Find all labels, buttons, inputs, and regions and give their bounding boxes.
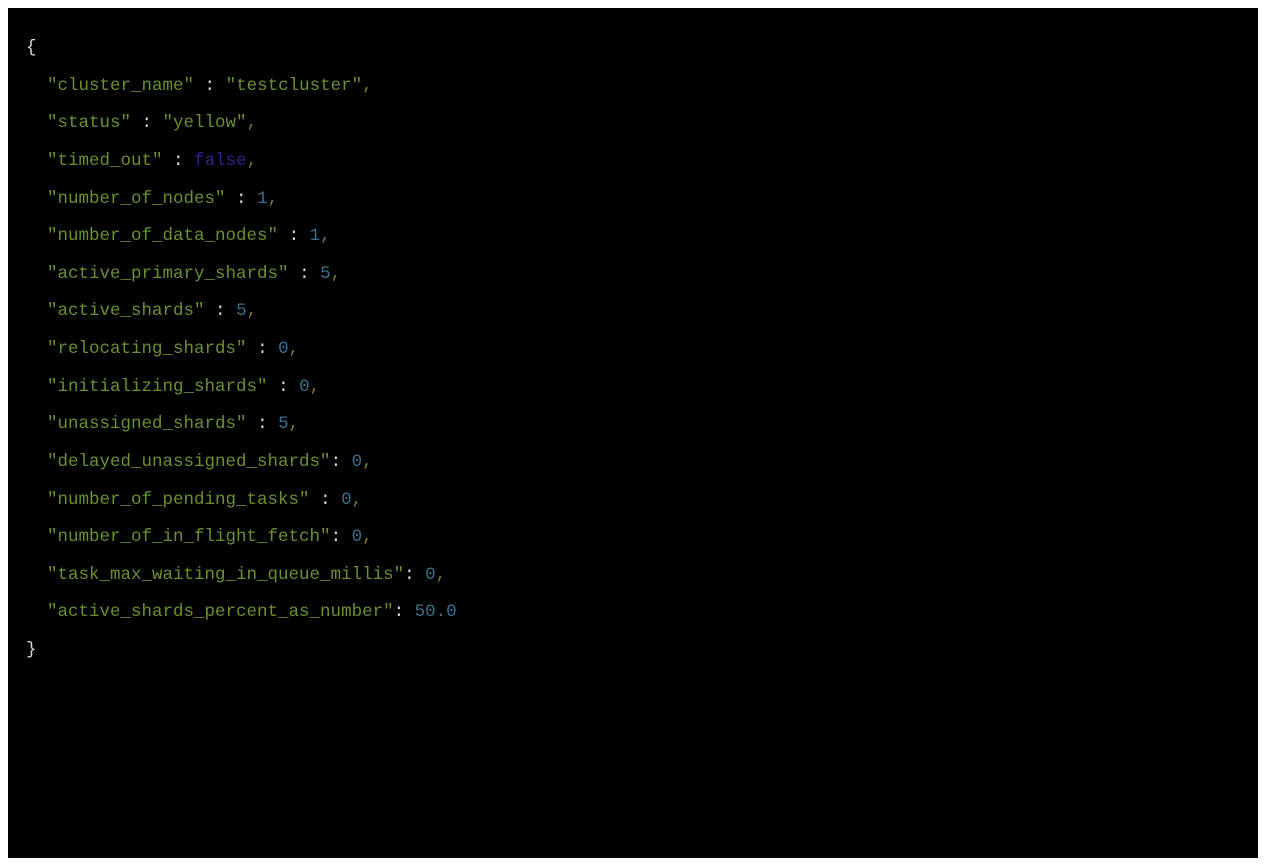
json-key: "active_shards_percent_as_number" [47, 602, 394, 622]
json-entry-line: "number_of_in_flight_fetch": 0, [26, 519, 1240, 557]
json-entry-line: "number_of_pending_tasks" : 0, [26, 482, 1240, 520]
json-entry-line: "unassigned_shards" : 5, [26, 406, 1240, 444]
json-comma: , [289, 414, 300, 434]
json-colon: : [247, 414, 279, 434]
json-value: 1 [257, 189, 268, 209]
json-comma: , [247, 113, 258, 133]
json-value: 0 [352, 452, 363, 472]
json-entry-line: "relocating_shards" : 0, [26, 331, 1240, 369]
json-value: "testcluster" [226, 76, 363, 96]
json-value: "yellow" [163, 113, 247, 133]
json-key: "initializing_shards" [47, 377, 268, 397]
json-close-brace-line: } [26, 632, 1240, 670]
json-value: 1 [310, 226, 321, 246]
json-entry-line: "number_of_data_nodes" : 1, [26, 218, 1240, 256]
json-comma: , [247, 301, 258, 321]
json-colon: : [404, 565, 425, 585]
json-value: 5 [320, 264, 331, 284]
json-comma: , [310, 377, 321, 397]
json-entry-line: "active_shards" : 5, [26, 293, 1240, 331]
json-comma: , [362, 527, 373, 547]
json-key: "unassigned_shards" [47, 414, 247, 434]
json-entry-line: "timed_out" : false, [26, 143, 1240, 181]
json-key: "cluster_name" [47, 76, 194, 96]
json-comma: , [247, 151, 258, 171]
json-comma: , [268, 189, 279, 209]
json-key: "number_of_data_nodes" [47, 226, 278, 246]
json-key: "relocating_shards" [47, 339, 247, 359]
json-entry-line: "initializing_shards" : 0, [26, 369, 1240, 407]
json-key: "active_shards" [47, 301, 205, 321]
json-colon: : [194, 76, 226, 96]
json-colon: : [331, 527, 352, 547]
json-comma: , [320, 226, 331, 246]
json-value: 0 [299, 377, 310, 397]
json-colon: : [247, 339, 279, 359]
json-key: "active_primary_shards" [47, 264, 289, 284]
json-open-brace-line: { [26, 30, 1240, 68]
json-value: 50.0 [415, 602, 457, 622]
json-entry-line: "delayed_unassigned_shards": 0, [26, 444, 1240, 482]
terminal-output: { "cluster_name" : "testcluster", "statu… [8, 8, 1258, 858]
json-colon: : [131, 113, 163, 133]
open-brace: { [26, 38, 37, 58]
json-comma: , [352, 490, 363, 510]
json-key: "number_of_in_flight_fetch" [47, 527, 331, 547]
json-key: "number_of_nodes" [47, 189, 226, 209]
json-entry-line: "active_shards_percent_as_number": 50.0 [26, 594, 1240, 632]
json-colon: : [278, 226, 310, 246]
json-value: 0 [425, 565, 436, 585]
json-comma: , [362, 76, 373, 96]
json-colon: : [394, 602, 415, 622]
json-colon: : [331, 452, 352, 472]
json-colon: : [310, 490, 342, 510]
json-entry-line: "active_primary_shards" : 5, [26, 256, 1240, 294]
json-entry-line: "task_max_waiting_in_queue_millis": 0, [26, 557, 1240, 595]
json-key: "timed_out" [47, 151, 163, 171]
json-key: "number_of_pending_tasks" [47, 490, 310, 510]
json-comma: , [331, 264, 342, 284]
json-entry-line: "cluster_name" : "testcluster", [26, 68, 1240, 106]
json-colon: : [268, 377, 300, 397]
json-key: "delayed_unassigned_shards" [47, 452, 331, 472]
json-entry-line: "number_of_nodes" : 1, [26, 181, 1240, 219]
json-value: 0 [352, 527, 363, 547]
json-value: false [194, 151, 247, 171]
json-value: 0 [278, 339, 289, 359]
json-comma: , [362, 452, 373, 472]
json-colon: : [205, 301, 237, 321]
json-value: 5 [236, 301, 247, 321]
json-entry-line: "status" : "yellow", [26, 105, 1240, 143]
json-key: "status" [47, 113, 131, 133]
json-colon: : [163, 151, 195, 171]
json-colon: : [289, 264, 321, 284]
json-value: 5 [278, 414, 289, 434]
json-comma: , [436, 565, 447, 585]
close-brace: } [26, 640, 37, 660]
json-key: "task_max_waiting_in_queue_millis" [47, 565, 404, 585]
json-comma: , [289, 339, 300, 359]
json-value: 0 [341, 490, 352, 510]
json-colon: : [226, 189, 258, 209]
